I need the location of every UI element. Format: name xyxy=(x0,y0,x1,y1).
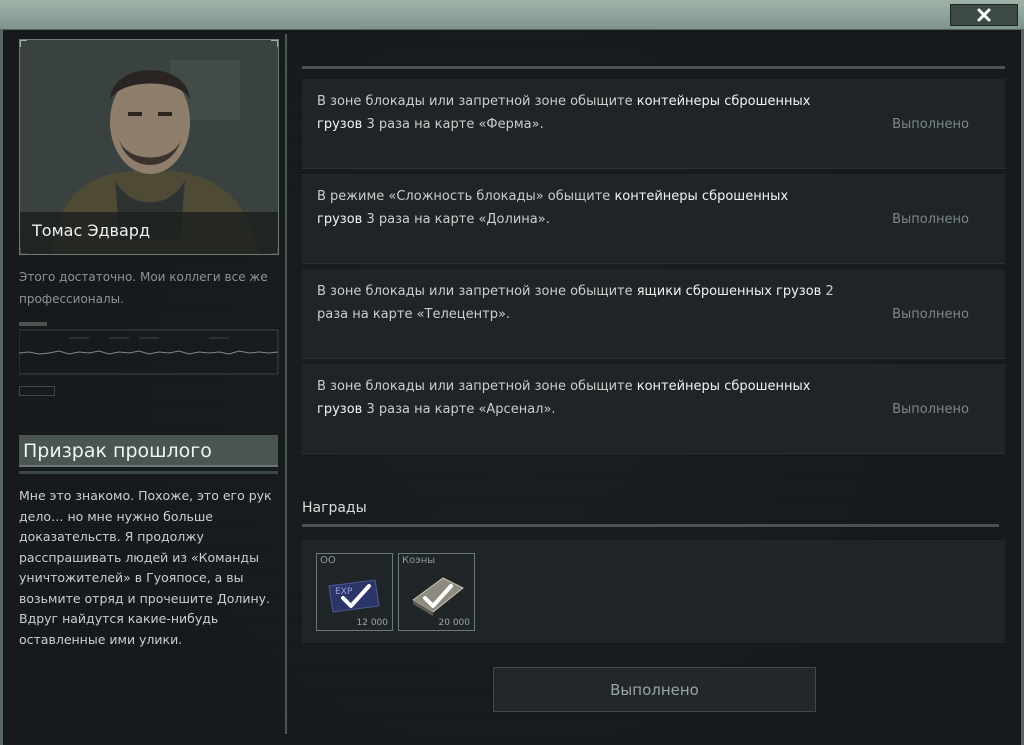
reward-label: ОО xyxy=(320,555,336,566)
rewards-divider xyxy=(302,524,999,527)
window-title-bar xyxy=(0,0,1024,30)
voice-waveform xyxy=(19,322,279,375)
task-text: В зоне блокады или запретной зоне обыщит… xyxy=(317,379,811,417)
close-icon xyxy=(977,8,991,22)
npc-panel: Томас Эдвард Этого достаточно. Мои колле… xyxy=(9,34,287,734)
close-button[interactable] xyxy=(950,4,1018,26)
rewards-list: ОО EXP 12 000 Коэны 20 000 xyxy=(302,540,1005,643)
task-row: В зоне блокады или запретной зоне обыщит… xyxy=(302,364,1005,454)
quest-title-underline xyxy=(19,471,278,474)
npc-portrait: Томас Эдвард xyxy=(19,39,279,255)
task-text: В режиме «Сложность блокады» обыщите кон… xyxy=(317,189,789,227)
task-status: Выполнено xyxy=(892,306,969,322)
reward-coins[interactable]: Коэны 20 000 xyxy=(398,553,475,631)
exp-icon: EXP xyxy=(328,579,380,613)
task-row: В зоне блокады или запретной зоне обыщит… xyxy=(302,79,1005,169)
quest-window: Томас Эдвард Этого достаточно. Мои колле… xyxy=(0,30,1024,745)
reward-amount: 20 000 xyxy=(438,618,471,628)
quest-title: Призрак прошлого xyxy=(19,435,278,467)
task-text: В зоне блокады или запретной зоне обыщит… xyxy=(317,284,834,322)
task-status: Выполнено xyxy=(892,116,969,132)
task-status: Выполнено xyxy=(892,211,969,227)
task-text: В зоне блокады или запретной зоне обыщит… xyxy=(317,94,811,132)
objectives-divider xyxy=(302,66,1005,69)
npc-name: Томас Эдвард xyxy=(20,212,278,254)
task-row: В режиме «Сложность блокады» обыщите кон… xyxy=(302,174,1005,264)
objectives-panel: В зоне блокады или запретной зоне обыщит… xyxy=(290,34,1018,734)
reward-label: Коэны xyxy=(402,555,436,566)
svg-text:EXP: EXP xyxy=(335,587,353,597)
quest-description: Мне это знакомо. Похоже, это его рук дел… xyxy=(19,488,272,647)
reward-amount: 12 000 xyxy=(356,618,389,628)
coins-icon xyxy=(412,577,464,616)
reward-exp[interactable]: ОО EXP 12 000 xyxy=(316,553,393,631)
rewards-heading: Награды xyxy=(302,500,367,516)
task-status: Выполнено xyxy=(892,401,969,417)
task-row: В зоне блокады или запретной зоне обыщит… xyxy=(302,269,1005,359)
waveform-tag xyxy=(19,386,55,396)
npc-speech: Этого достаточно. Мои коллеги все же про… xyxy=(19,270,268,306)
complete-button[interactable]: Выполнено xyxy=(493,667,816,712)
